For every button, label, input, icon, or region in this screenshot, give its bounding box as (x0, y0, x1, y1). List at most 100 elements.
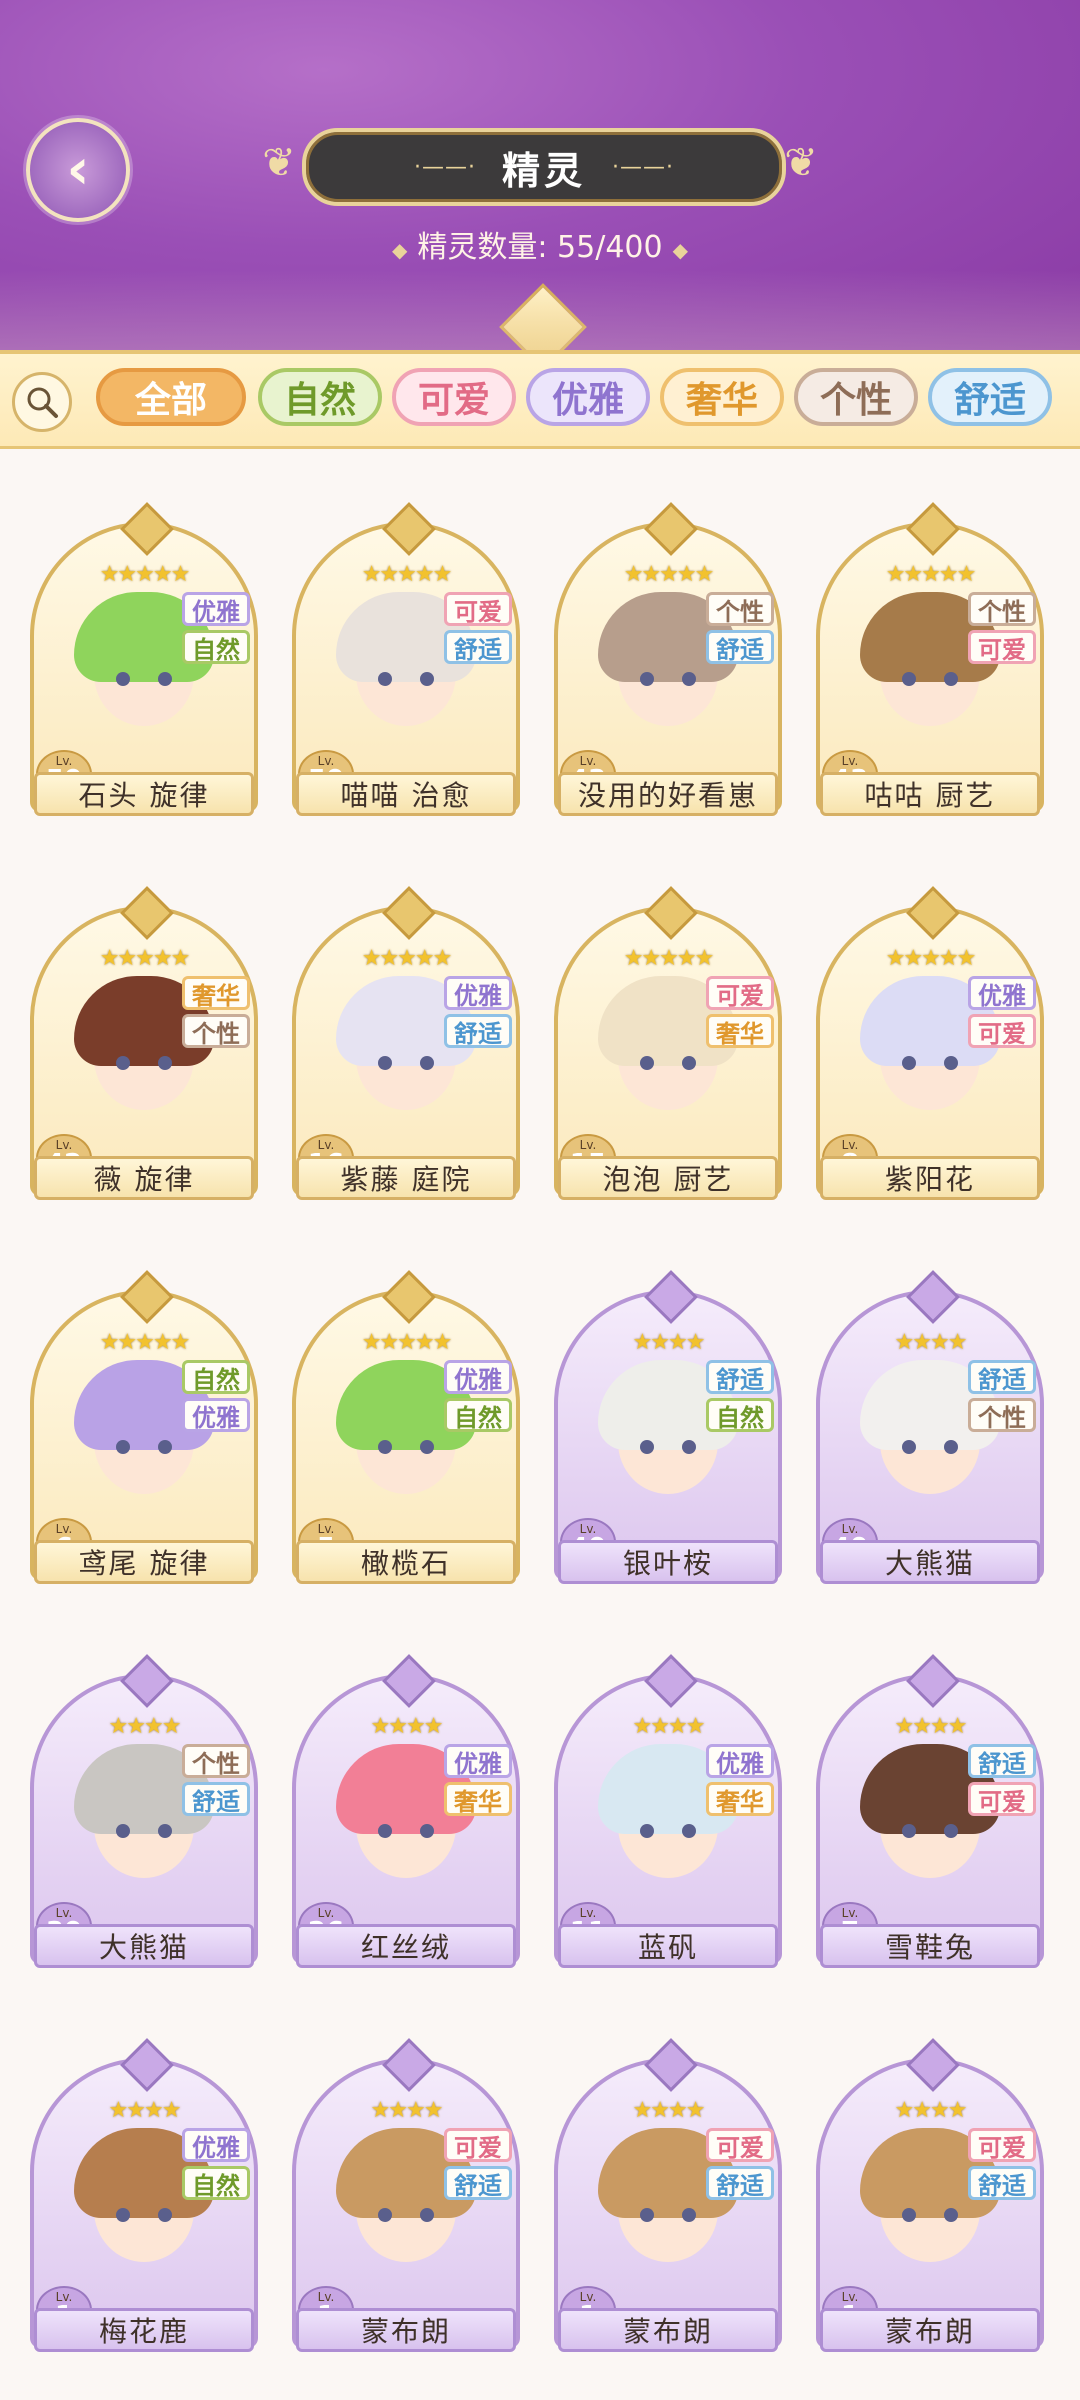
spirit-tag: 优雅 (182, 2128, 250, 2162)
spirit-grid: ★★★★★优雅自然Lv.50石头 旋律★★★★★可爱舒适Lv.50喵喵 治愈★★… (0, 442, 1080, 2400)
spirit-card[interactable]: ★★★★★奢华个性Lv.42薇 旋律 (30, 866, 258, 1206)
star-rating: ★★★★★ (361, 562, 453, 587)
spirit-tag: 可爱 (968, 630, 1036, 664)
spirit-tag: 自然 (706, 1398, 774, 1432)
filter-bar: 全部 自然 可爱 优雅 奢华 个性 舒适 (0, 350, 1080, 449)
portrait-eyes (116, 672, 172, 686)
spirit-card[interactable]: ★★★★★可爱奢华Lv.15泡泡 厨艺 (554, 866, 782, 1206)
filter-tab-0[interactable]: 全部 (96, 368, 246, 426)
spirit-card[interactable]: ★★★★舒适自然Lv.40银叶桉 (554, 1250, 782, 1590)
portrait-eyes (116, 1056, 172, 1070)
portrait-eyes (378, 1824, 434, 1838)
spirit-tag: 舒适 (444, 1014, 512, 1048)
spirit-tag: 优雅 (444, 976, 512, 1010)
filter-tab-2[interactable]: 可爱 (392, 368, 516, 426)
header: ‹ ❦ ·——· 精灵 ·——· ❦ ◆ 精灵数量: 55/400 ◆ (0, 0, 1080, 371)
spirit-tag: 舒适 (968, 1360, 1036, 1394)
spirit-tag: 舒适 (968, 1744, 1036, 1778)
portrait-eyes (902, 2208, 958, 2222)
title-deco-left: ·——· (413, 154, 476, 180)
spirit-name: 蒙布朗 (296, 2308, 516, 2352)
spirit-tag: 自然 (182, 2166, 250, 2200)
spirit-card[interactable]: ★★★★可爱舒适Lv.1蒙布朗 (292, 2018, 520, 2358)
spirit-name: 雪鞋兔 (820, 1924, 1040, 1968)
star-rating: ★★★★★ (885, 946, 977, 971)
spirit-card[interactable]: ★★★★舒适可爱Lv.7雪鞋兔 (816, 1634, 1044, 1974)
spirit-card[interactable]: ★★★★★个性可爱Lv.43咕咕 厨艺 (816, 482, 1044, 822)
spirit-card[interactable]: ★★★★优雅奢华Lv.26红丝绒 (292, 1634, 520, 1974)
spirit-tag: 奢华 (444, 1782, 512, 1816)
portrait-eyes (640, 2208, 696, 2222)
spirit-card[interactable]: ★★★★★可爱舒适Lv.50喵喵 治愈 (292, 482, 520, 822)
spirit-tag: 自然 (182, 630, 250, 664)
star-rating: ★★★★★ (99, 1330, 191, 1355)
spirit-card[interactable]: ★★★★舒适个性Lv.40大熊猫 (816, 1250, 1044, 1590)
filter-tab-4[interactable]: 奢华 (660, 368, 784, 426)
star-rating: ★★★★ (108, 2098, 182, 2123)
spirit-card[interactable]: ★★★★★个性舒适Lv.43没用的好看崽 (554, 482, 782, 822)
back-button[interactable]: ‹ (26, 118, 130, 222)
star-rating: ★★★★ (370, 1714, 444, 1739)
filter-tab-6[interactable]: 舒适 (928, 368, 1052, 426)
spirit-tag: 优雅 (444, 1744, 512, 1778)
spirit-name: 喵喵 治愈 (296, 772, 516, 816)
spirit-tag: 舒适 (706, 630, 774, 664)
spirit-name: 紫阳花 (820, 1156, 1040, 1200)
spirit-card[interactable]: ★★★★个性舒适Lv.30大熊猫 (30, 1634, 258, 1974)
spirit-name: 紫藤 庭院 (296, 1156, 516, 1200)
spirit-tag: 可爱 (968, 1014, 1036, 1048)
star-rating: ★★★★ (632, 1714, 706, 1739)
spirit-tag: 舒适 (706, 1360, 774, 1394)
spirit-card[interactable]: ★★★★可爱舒适Lv.1蒙布朗 (554, 2018, 782, 2358)
spirit-card[interactable]: ★★★★★优雅自然Lv.5橄榄石 (292, 1250, 520, 1590)
spirit-name: 鸢尾 旋律 (34, 1540, 254, 1584)
spirit-tag: 优雅 (444, 1360, 512, 1394)
portrait-eyes (640, 1440, 696, 1454)
spirit-tag: 奢华 (182, 976, 250, 1010)
spirit-card[interactable]: ★★★★优雅自然Lv.1梅花鹿 (30, 2018, 258, 2358)
filter-tab-5[interactable]: 个性 (794, 368, 918, 426)
spirit-card[interactable]: ★★★★优雅奢华Lv.11蓝矾 (554, 1634, 782, 1974)
portrait-eyes (902, 1824, 958, 1838)
spirit-card[interactable]: ★★★★★优雅可爱Lv.8紫阳花 (816, 866, 1044, 1206)
spirit-card[interactable]: ★★★★可爱舒适Lv.1蒙布朗 (816, 2018, 1044, 2358)
portrait-eyes (640, 1056, 696, 1070)
spirit-tag: 舒适 (706, 2166, 774, 2200)
spirit-card[interactable]: ★★★★★优雅自然Lv.50石头 旋律 (30, 482, 258, 822)
spirit-card[interactable]: ★★★★★优雅舒适Lv.16紫藤 庭院 (292, 866, 520, 1206)
portrait-eyes (378, 672, 434, 686)
spirit-name: 蒙布朗 (558, 2308, 778, 2352)
title-wing-left-icon: ❦ (262, 140, 296, 186)
spirit-tag: 优雅 (182, 592, 250, 626)
filter-tab-3[interactable]: 优雅 (526, 368, 650, 426)
spirit-count-text: 精灵数量: 55/400 (417, 230, 663, 265)
star-rating: ★★★★ (370, 2098, 444, 2123)
star-rating: ★★★★ (894, 2098, 968, 2123)
spirit-name: 红丝绒 (296, 1924, 516, 1968)
title-wing-right-icon: ❦ (784, 140, 818, 186)
star-rating: ★★★★★ (623, 946, 715, 971)
star-rating: ★★★★ (894, 1714, 968, 1739)
portrait-eyes (640, 672, 696, 686)
spirit-tag: 自然 (182, 1360, 250, 1394)
count-deco-left-icon: ◆ (392, 238, 408, 262)
star-rating: ★★★★★ (623, 562, 715, 587)
spirit-tag: 可爱 (706, 976, 774, 1010)
spirit-tag: 舒适 (182, 1782, 250, 1816)
spirit-tag: 优雅 (968, 976, 1036, 1010)
filter-tab-1[interactable]: 自然 (258, 368, 382, 426)
spirit-name: 蒙布朗 (820, 2308, 1040, 2352)
spirit-tag: 可爱 (968, 2128, 1036, 2162)
star-rating: ★★★★ (108, 1714, 182, 1739)
title-deco-right: ·——· (612, 154, 674, 180)
spirit-card[interactable]: ★★★★★自然优雅Lv.6鸢尾 旋律 (30, 1250, 258, 1590)
portrait-eyes (116, 1824, 172, 1838)
spirit-name: 银叶桉 (558, 1540, 778, 1584)
count-deco-right-icon: ◆ (672, 238, 688, 262)
portrait-eyes (378, 2208, 434, 2222)
star-rating: ★★★★ (632, 1330, 706, 1355)
portrait-eyes (902, 672, 958, 686)
star-rating: ★★★★★ (99, 562, 191, 587)
search-button[interactable] (12, 372, 72, 432)
spirit-tag: 个性 (182, 1014, 250, 1048)
